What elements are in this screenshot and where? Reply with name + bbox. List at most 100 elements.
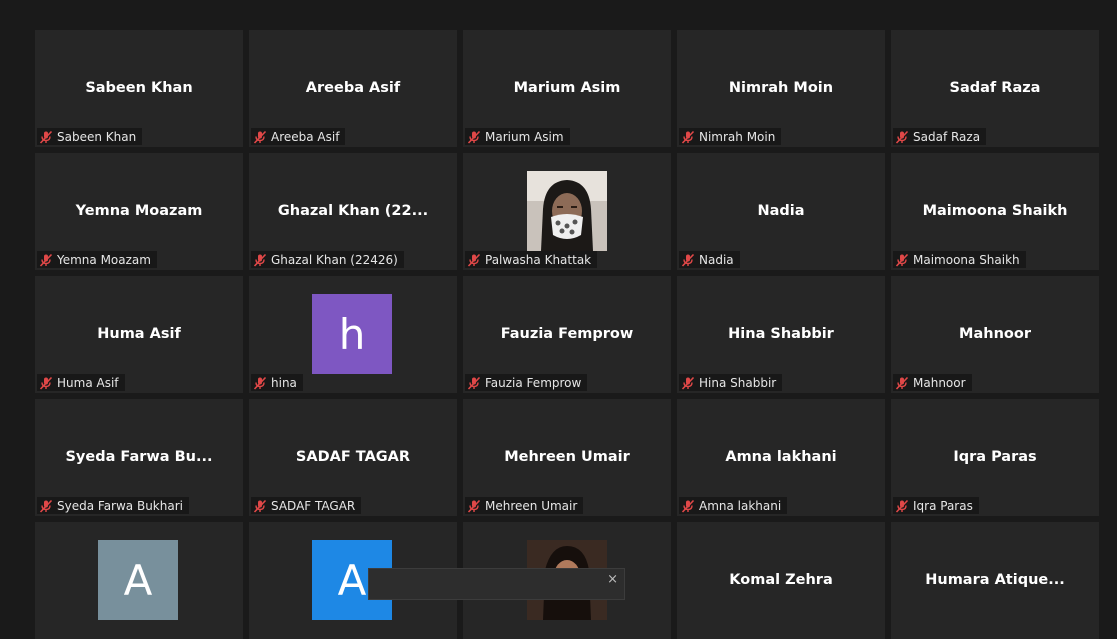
participant-display-name: Amna lakhani [725,449,837,465]
participant-name-label: Maimoona Shaikh [913,252,1020,267]
participant-name-label: Mahnoor [913,375,966,390]
participant-display-name: Sabeen Khan [85,80,193,96]
participant-name-label: Huma Asif [57,375,119,390]
participant-name-tag: Hina Shabbir [679,374,783,391]
participant-display-name: Sadaf Raza [949,80,1041,96]
participant-tile[interactable]: Syeda Farwa Bu... Syeda Farwa Bukhari [35,399,243,516]
participant-name-tag: Maimoona Shaikh [893,251,1026,268]
muted-microphone-icon [895,376,909,390]
muted-microphone-icon [39,499,53,513]
participant-tile[interactable]: Humara Atique... [891,522,1099,639]
participant-name-label: Iqra Paras [913,498,973,513]
muted-microphone-icon [681,376,695,390]
participant-name-tag: Mahnoor [893,374,972,391]
participant-display-name: Mahnoor [959,326,1031,342]
participant-display-name: Nadia [757,203,805,219]
participant-name-label: hina [271,375,297,390]
muted-microphone-icon [895,130,909,144]
participant-tile[interactable]: A [35,522,243,639]
participant-tile[interactable]: h hina [249,276,457,393]
participant-name-tag: Nadia [679,251,740,268]
participant-name-label: Areeba Asif [271,129,340,144]
participant-display-name: Huma Asif [97,326,181,342]
participant-display-name: Iqra Paras [953,449,1037,465]
muted-microphone-icon [895,499,909,513]
participant-name-tag: Sabeen Khan [37,128,143,145]
participant-name-tag: Huma Asif [37,374,125,391]
popup-window[interactable]: × [368,568,625,600]
participant-name-label: Marium Asim [485,129,564,144]
profile-photo [527,171,607,251]
participant-name-label: SADAF TAGAR [271,498,356,513]
muted-microphone-icon [253,253,267,267]
muted-microphone-icon [467,253,481,267]
participant-tile[interactable]: Fauzia Femprow Fauzia Femprow [463,276,671,393]
participant-name-tag: Fauzia Femprow [465,374,588,391]
participant-tile[interactable]: Sabeen Khan Sabeen Khan [35,30,243,147]
participant-display-name: Marium Asim [513,80,621,96]
participant-tile[interactable]: Nadia Nadia [677,153,885,270]
participant-name-label: Sabeen Khan [57,129,137,144]
gallery-grid: Sabeen Khan Sabeen Khan Areeba Asif Areeba … [35,30,1099,639]
participant-name-tag: Areeba Asif [251,128,346,145]
participant-name-label: Syeda Farwa Bukhari [57,498,183,513]
participant-name-tag: Sadaf Raza [893,128,987,145]
participant-display-name: Ghazal Khan (22... [277,203,429,219]
participant-name-label: Fauzia Femprow [485,375,582,390]
participant-name-label: Sadaf Raza [913,129,981,144]
participant-tile[interactable]: Iqra Paras Iqra Paras [891,399,1099,516]
participant-name-tag: Amna lakhani [679,497,788,514]
participant-display-name: Fauzia Femprow [500,326,634,342]
participant-name-tag: Nimrah Moin [679,128,782,145]
participant-display-name: Maimoona Shaikh [922,203,1068,219]
participant-tile[interactable]: Hina Shabbir Hina Shabbir [677,276,885,393]
muted-microphone-icon [253,499,267,513]
participant-name-label: Ghazal Khan (22426) [271,252,398,267]
participant-tile[interactable]: Maimoona Shaikh Maimoona Shaikh [891,153,1099,270]
participant-tile[interactable]: Marium Asim Marium Asim [463,30,671,147]
muted-microphone-icon [253,376,267,390]
participant-tile[interactable]: Amna lakhani Amna lakhani [677,399,885,516]
participant-name-label: Palwasha Khattak [485,252,592,267]
participant-tile[interactable]: Palwasha Khattak [463,153,671,270]
participant-display-name: Nimrah Moin [728,80,834,96]
participant-name-tag: Iqra Paras [893,497,979,514]
participant-name-tag: SADAF TAGAR [251,497,362,514]
participant-tile[interactable]: Yemna Moazam Yemna Moazam [35,153,243,270]
participant-tile[interactable]: Nimrah Moin Nimrah Moin [677,30,885,147]
muted-microphone-icon [467,499,481,513]
muted-microphone-icon [39,253,53,267]
participant-tile[interactable]: Mehreen Umair Mehreen Umair [463,399,671,516]
participant-display-name: Mehreen Umair [504,449,630,465]
participant-name-label: Hina Shabbir [699,375,777,390]
participant-display-name: Syeda Farwa Bu... [65,449,213,465]
participant-display-name: Areeba Asif [305,80,401,96]
participant-name-tag: Mehreen Umair [465,497,584,514]
muted-microphone-icon [39,130,53,144]
muted-microphone-icon [467,130,481,144]
participant-name-tag: Marium Asim [465,128,570,145]
participant-name-tag: Ghazal Khan (22426) [251,251,404,268]
participant-display-name: Humara Atique... [925,572,1065,588]
participant-display-name: Hina Shabbir [728,326,834,342]
participant-tile[interactable]: Ghazal Khan (22... Ghazal Khan (22426) [249,153,457,270]
participant-tile[interactable]: Sadaf Raza Sadaf Raza [891,30,1099,147]
muted-microphone-icon [681,499,695,513]
participant-tile[interactable]: Huma Asif Huma Asif [35,276,243,393]
participant-name-label: Mehreen Umair [485,498,578,513]
participant-name-tag: Syeda Farwa Bukhari [37,497,189,514]
participant-name-label: Yemna Moazam [57,252,151,267]
participant-tile[interactable]: Areeba Asif Areeba Asif [249,30,457,147]
participant-tile[interactable]: Komal Zehra [677,522,885,639]
participant-display-name: Komal Zehra [729,572,833,588]
avatar: h [312,294,392,374]
participant-name-label: Amna lakhani [699,498,782,513]
participant-name-label: Nimrah Moin [699,129,776,144]
muted-microphone-icon [39,376,53,390]
participant-name-label: Nadia [699,252,734,267]
participant-name-tag: hina [251,374,303,391]
participant-tile[interactable]: SADAF TAGAR SADAF TAGAR [249,399,457,516]
muted-microphone-icon [895,253,909,267]
participant-display-name: Yemna Moazam [75,203,203,219]
participant-tile[interactable]: Mahnoor Mahnoor [891,276,1099,393]
